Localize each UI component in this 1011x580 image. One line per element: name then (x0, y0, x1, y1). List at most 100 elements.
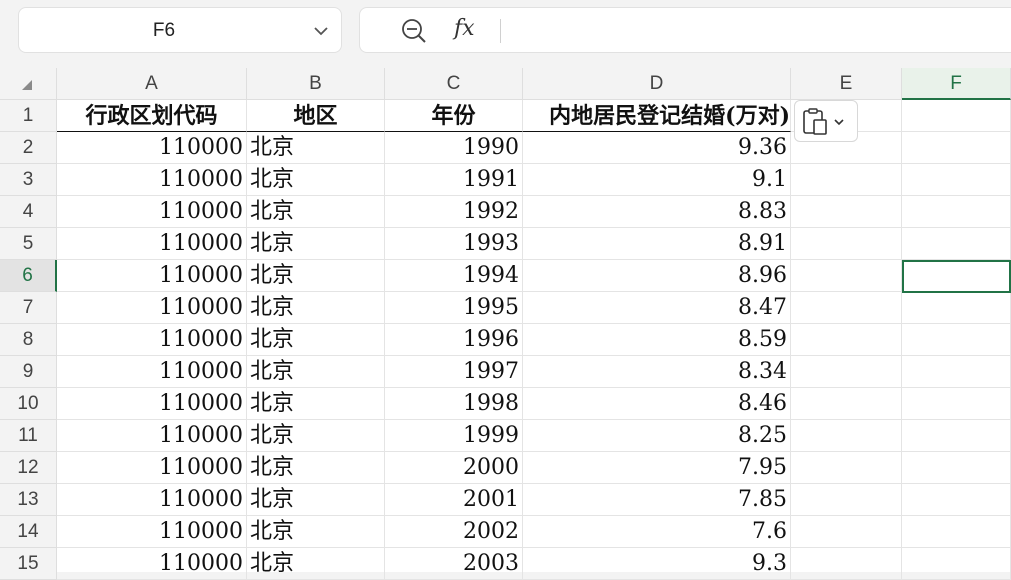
cell-c14[interactable]: 2002 (385, 516, 523, 548)
cell-f5[interactable] (902, 228, 1011, 260)
cell-d6[interactable]: 8.96 (523, 260, 791, 292)
cell-a10[interactable]: 110000 (57, 388, 247, 420)
cell-b2[interactable]: 北京 (247, 132, 385, 164)
cell-f10[interactable] (902, 388, 1011, 420)
cell-c11[interactable]: 1999 (385, 420, 523, 452)
cell-e9[interactable] (791, 356, 902, 388)
cell-a3[interactable]: 110000 (57, 164, 247, 196)
cell-c2[interactable]: 1990 (385, 132, 523, 164)
cell-a13[interactable]: 110000 (57, 484, 247, 516)
cell-c9[interactable]: 1997 (385, 356, 523, 388)
cell-b15[interactable]: 北京 (247, 548, 385, 580)
cell-f13[interactable] (902, 484, 1011, 516)
column-header-b[interactable]: B (247, 68, 385, 100)
cell-e6[interactable] (791, 260, 902, 292)
cell-e14[interactable] (791, 516, 902, 548)
cell-c5[interactable]: 1993 (385, 228, 523, 260)
cell-c10[interactable]: 1998 (385, 388, 523, 420)
cell-d4[interactable]: 8.83 (523, 196, 791, 228)
row-header-9[interactable]: 9 (0, 356, 57, 388)
cell-c6[interactable]: 1994 (385, 260, 523, 292)
cell-b9[interactable]: 北京 (247, 356, 385, 388)
row-header-10[interactable]: 10 (0, 388, 57, 420)
formula-bar[interactable]: fx (359, 7, 1011, 53)
cell-f11[interactable] (902, 420, 1011, 452)
cell-e13[interactable] (791, 484, 902, 516)
cell-b11[interactable]: 北京 (247, 420, 385, 452)
cell-b6[interactable]: 北京 (247, 260, 385, 292)
cell-a11[interactable]: 110000 (57, 420, 247, 452)
cell-a8[interactable]: 110000 (57, 324, 247, 356)
cell-c7[interactable]: 1995 (385, 292, 523, 324)
cell-c13[interactable]: 2001 (385, 484, 523, 516)
cell-d3[interactable]: 9.1 (523, 164, 791, 196)
cell-e4[interactable] (791, 196, 902, 228)
cell-e3[interactable] (791, 164, 902, 196)
cell-a6[interactable]: 110000 (57, 260, 247, 292)
cell-f15[interactable] (902, 548, 1011, 580)
function-icon[interactable]: fx (454, 16, 475, 41)
zoom-out-icon[interactable] (400, 18, 428, 44)
cell-e12[interactable] (791, 452, 902, 484)
cell-d9[interactable]: 8.34 (523, 356, 791, 388)
cell-d13[interactable]: 7.85 (523, 484, 791, 516)
cell-c1[interactable]: 年份 (385, 100, 523, 132)
cell-b1[interactable]: 地区 (247, 100, 385, 132)
cell-b8[interactable]: 北京 (247, 324, 385, 356)
column-header-a[interactable]: A (57, 68, 247, 100)
cell-a5[interactable]: 110000 (57, 228, 247, 260)
cell-a2[interactable]: 110000 (57, 132, 247, 164)
row-header-5[interactable]: 5 (0, 228, 57, 260)
cell-d14[interactable]: 7.6 (523, 516, 791, 548)
cell-b10[interactable]: 北京 (247, 388, 385, 420)
column-header-e[interactable]: E (791, 68, 902, 100)
row-header-13[interactable]: 13 (0, 484, 57, 516)
column-header-d[interactable]: D (523, 68, 791, 100)
cell-b12[interactable]: 北京 (247, 452, 385, 484)
cell-c3[interactable]: 1991 (385, 164, 523, 196)
cell-c8[interactable]: 1996 (385, 324, 523, 356)
cell-f4[interactable] (902, 196, 1011, 228)
cell-f7[interactable] (902, 292, 1011, 324)
cell-e5[interactable] (791, 228, 902, 260)
cell-a4[interactable]: 110000 (57, 196, 247, 228)
cell-f8[interactable] (902, 324, 1011, 356)
cell-f2[interactable] (902, 132, 1011, 164)
name-box[interactable]: F6 (18, 7, 342, 53)
cell-b7[interactable]: 北京 (247, 292, 385, 324)
cell-b3[interactable]: 北京 (247, 164, 385, 196)
cell-a14[interactable]: 110000 (57, 516, 247, 548)
cell-a1[interactable]: 行政区划代码 (57, 100, 247, 132)
cell-d1[interactable]: 内地居民登记结婚(万对) (523, 100, 791, 132)
cell-b14[interactable]: 北京 (247, 516, 385, 548)
cell-b4[interactable]: 北京 (247, 196, 385, 228)
cell-e10[interactable] (791, 388, 902, 420)
cell-d2[interactable]: 9.36 (523, 132, 791, 164)
row-header-8[interactable]: 8 (0, 324, 57, 356)
cell-d5[interactable]: 8.91 (523, 228, 791, 260)
cell-e7[interactable] (791, 292, 902, 324)
row-header-4[interactable]: 4 (0, 196, 57, 228)
cell-f3[interactable] (902, 164, 1011, 196)
row-header-12[interactable]: 12 (0, 452, 57, 484)
cell-b13[interactable]: 北京 (247, 484, 385, 516)
cell-d12[interactable]: 7.95 (523, 452, 791, 484)
cell-f14[interactable] (902, 516, 1011, 548)
spreadsheet-grid[interactable]: A B C D E F 1 行政区划代码 地区 年份 内地居民登记结婚(万对) 2 110000 北京 19… (0, 68, 1011, 580)
cell-d10[interactable]: 8.46 (523, 388, 791, 420)
chevron-down-icon[interactable] (311, 21, 331, 41)
cell-e11[interactable] (791, 420, 902, 452)
cell-f1[interactable] (902, 100, 1011, 132)
select-all-corner[interactable] (0, 68, 57, 100)
cell-e8[interactable] (791, 324, 902, 356)
cell-a12[interactable]: 110000 (57, 452, 247, 484)
cell-b5[interactable]: 北京 (247, 228, 385, 260)
column-header-f[interactable]: F (902, 68, 1011, 100)
row-header-14[interactable]: 14 (0, 516, 57, 548)
cell-a9[interactable]: 110000 (57, 356, 247, 388)
row-header-7[interactable]: 7 (0, 292, 57, 324)
cell-c12[interactable]: 2000 (385, 452, 523, 484)
row-header-3[interactable]: 3 (0, 164, 57, 196)
cell-a15[interactable]: 110000 (57, 548, 247, 580)
cell-d11[interactable]: 8.25 (523, 420, 791, 452)
